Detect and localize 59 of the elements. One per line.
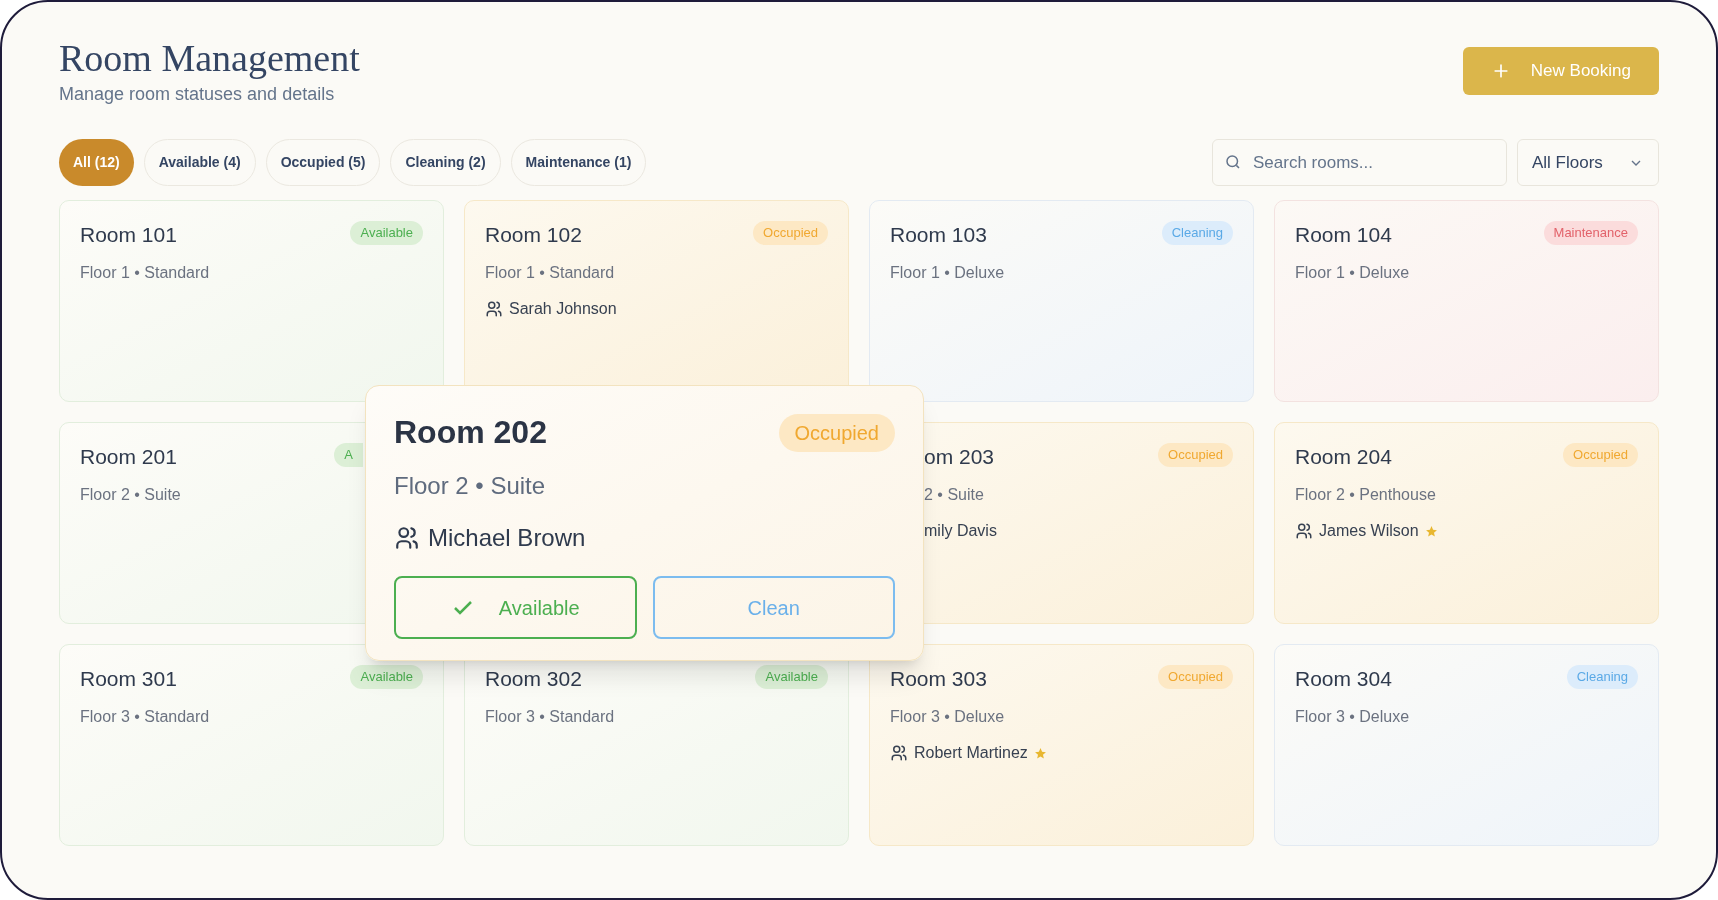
room-details: Floor 1 • Standard (485, 263, 616, 283)
filter-tab[interactable]: Available (4) (143, 139, 256, 186)
status-badge: Occupied (1158, 443, 1233, 467)
room-details: Floor 1 • Deluxe (1295, 263, 1411, 283)
room-card[interactable]: Room 104 Maintenance Floor 1 • Deluxe (1274, 200, 1659, 402)
room-card[interactable]: Room 301 Available Floor 3 • Standard (59, 644, 444, 846)
room-name: Room 303 (890, 666, 987, 692)
room-name: Room 201 (80, 444, 177, 470)
page-title: Room Management (59, 36, 360, 81)
room-card[interactable]: Room 103 Cleaning Floor 1 • Deluxe (869, 200, 1254, 402)
filter-tab[interactable]: Cleaning (2) (390, 139, 501, 186)
room-name: Room 302 (485, 666, 582, 692)
star-icon (1033, 746, 1047, 760)
search-field[interactable]: Search rooms... (1212, 139, 1507, 186)
room-card[interactable]: Room 204 Occupied Floor 2 • Penthouse James Wilson (1274, 422, 1659, 624)
status-badge: Occupied (753, 221, 828, 245)
room-name: Room 204 (1295, 444, 1392, 470)
status-badge: Occupied (778, 414, 895, 452)
room-details: Floor 3 • Deluxe (1295, 707, 1411, 727)
status-badge: Maintenance (1543, 221, 1638, 245)
guest-name: James Wilson (1319, 521, 1419, 541)
status-badge: Occupied (1563, 443, 1638, 467)
room-details: Floor 1 • Standard (80, 263, 211, 283)
status-badge: Available (350, 221, 423, 245)
room-name: om 203 (924, 444, 995, 470)
room-card[interactable]: Room 303 Occupied Floor 3 • Deluxe Robert Martinez (869, 644, 1254, 846)
guest-name: Sarah Johnson (509, 299, 617, 319)
guest-name: mily Davis (924, 521, 997, 541)
room-details: Floor 3 • Standard (80, 707, 211, 727)
filter-tab[interactable]: Maintenance (1) (510, 139, 647, 186)
room-name: Room 102 (485, 222, 582, 248)
status-badge: A (334, 443, 363, 467)
room-details: Floor 1 • Deluxe (890, 263, 1006, 283)
room-name: Room 301 (80, 666, 177, 692)
page-subtitle: Manage room statuses and details (59, 83, 336, 106)
status-badge: Available (755, 665, 828, 689)
people-icon (394, 525, 420, 551)
room-name: Room 304 (1295, 666, 1392, 692)
search-icon (1224, 153, 1242, 171)
status-badge: Available (350, 665, 423, 689)
floor-select[interactable]: All Floors (1517, 139, 1659, 186)
room-name: Room 103 (890, 222, 987, 248)
people-icon (890, 744, 908, 762)
room-card[interactable]: Room 304 Cleaning Floor 3 • Deluxe (1274, 644, 1659, 846)
room-name: Room 104 (1295, 222, 1392, 248)
guest-name: Robert Martinez (914, 743, 1028, 763)
room-details: Floor 3 • Deluxe (890, 707, 1006, 727)
status-badge: Cleaning (1161, 221, 1233, 245)
room-details: 2 • Suite (924, 485, 985, 505)
room-details: Floor 2 • Penthouse (1295, 485, 1437, 505)
filter-tab[interactable]: Occupied (5) (265, 139, 381, 186)
status-badge: Occupied (1158, 665, 1233, 689)
room-card[interactable]: Room 101 Available Floor 1 • Standard (59, 200, 444, 402)
room-details: Floor 3 • Standard (485, 707, 616, 727)
people-icon (485, 300, 503, 318)
star-icon (1424, 524, 1438, 538)
room-name: Room 101 (80, 222, 177, 248)
status-badge: Cleaning (1566, 665, 1638, 689)
people-icon (1295, 522, 1313, 540)
